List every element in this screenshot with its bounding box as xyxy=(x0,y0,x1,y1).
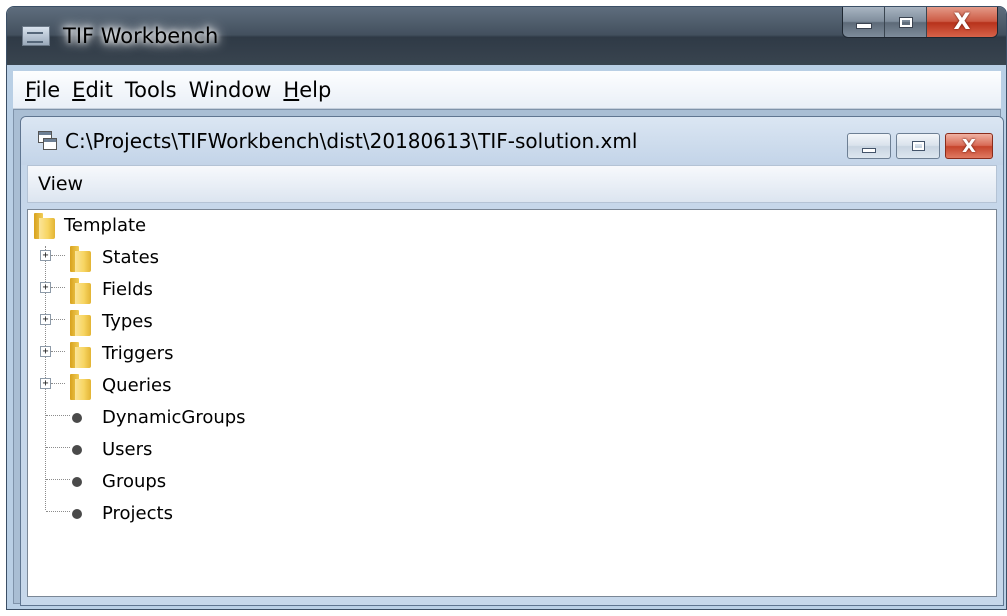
document-minimize-button[interactable] xyxy=(847,133,891,159)
folder-icon xyxy=(70,372,92,400)
minimize-button[interactable] xyxy=(843,7,885,37)
close-button[interactable]: X xyxy=(927,7,997,37)
minimize-icon xyxy=(855,23,872,29)
close-icon: X xyxy=(953,9,971,35)
menu-bar: File Edit Tools Window Help xyxy=(13,71,1001,109)
caption-buttons: X xyxy=(842,7,998,38)
expand-icon[interactable]: + xyxy=(40,314,51,325)
tree-node-dynamicgroups[interactable]: DynamicGroups xyxy=(28,402,328,434)
tree-node-queries[interactable]: + Queries xyxy=(28,370,328,402)
expand-icon[interactable]: + xyxy=(40,250,51,261)
title-bar[interactable]: TIF Workbench X xyxy=(7,7,1006,65)
maximize-icon xyxy=(911,141,925,151)
dot-icon xyxy=(72,477,82,487)
window-title: TIF Workbench xyxy=(63,24,219,48)
tree-node-fields[interactable]: + Fields xyxy=(28,274,328,306)
maximize-icon xyxy=(898,16,913,28)
view-menu-bar: View xyxy=(27,165,997,203)
menu-tools[interactable]: Tools xyxy=(119,78,183,102)
tree-node-types[interactable]: + Types xyxy=(28,306,328,338)
tree-node-groups[interactable]: Groups xyxy=(28,466,328,498)
folder-icon xyxy=(70,244,92,272)
menu-help[interactable]: Help xyxy=(277,78,337,102)
document-maximize-button[interactable] xyxy=(896,133,940,159)
document-caption-buttons: X xyxy=(847,133,993,159)
dot-icon xyxy=(72,509,82,519)
expand-icon[interactable]: + xyxy=(40,282,51,293)
dot-icon xyxy=(72,445,82,455)
tree-node-triggers[interactable]: + Triggers xyxy=(28,338,328,370)
menu-window[interactable]: Window xyxy=(183,78,278,102)
dot-icon xyxy=(72,413,82,423)
document-window: C:\Projects\TIFWorkbench\dist\20180613\T… xyxy=(20,116,1004,606)
tree-node-users[interactable]: Users xyxy=(28,434,328,466)
expand-icon[interactable]: + xyxy=(40,378,51,389)
folder-icon xyxy=(70,276,92,304)
mdi-client-area: C:\Projects\TIFWorkbench\dist\20180613\T… xyxy=(13,109,1004,606)
close-icon: X xyxy=(962,135,976,157)
document-title-bar[interactable]: C:\Projects\TIFWorkbench\dist\20180613\T… xyxy=(21,117,1003,165)
document-close-button[interactable]: X xyxy=(945,133,993,159)
menu-view[interactable]: View xyxy=(34,173,87,195)
expand-icon[interactable]: + xyxy=(40,346,51,357)
tree-view[interactable]: Template + States + Fields + Types + Tri… xyxy=(27,209,997,597)
document-icon[interactable] xyxy=(38,131,58,151)
maximize-button[interactable] xyxy=(885,7,927,37)
app-icon[interactable] xyxy=(22,26,50,46)
main-window: TIF Workbench X File Edit Tools Window H… xyxy=(6,6,1007,610)
folder-icon xyxy=(70,308,92,336)
tree-node-projects[interactable]: Projects xyxy=(28,498,328,530)
menu-file[interactable]: File xyxy=(19,78,66,102)
folder-icon xyxy=(34,211,56,239)
minimize-icon xyxy=(862,147,876,153)
tree-node-template[interactable]: Template xyxy=(28,210,328,242)
tree-node-states[interactable]: + States xyxy=(28,242,328,274)
document-title: C:\Projects\TIFWorkbench\dist\20180613\T… xyxy=(65,129,638,153)
menu-edit[interactable]: Edit xyxy=(66,78,119,102)
folder-icon xyxy=(70,340,92,368)
